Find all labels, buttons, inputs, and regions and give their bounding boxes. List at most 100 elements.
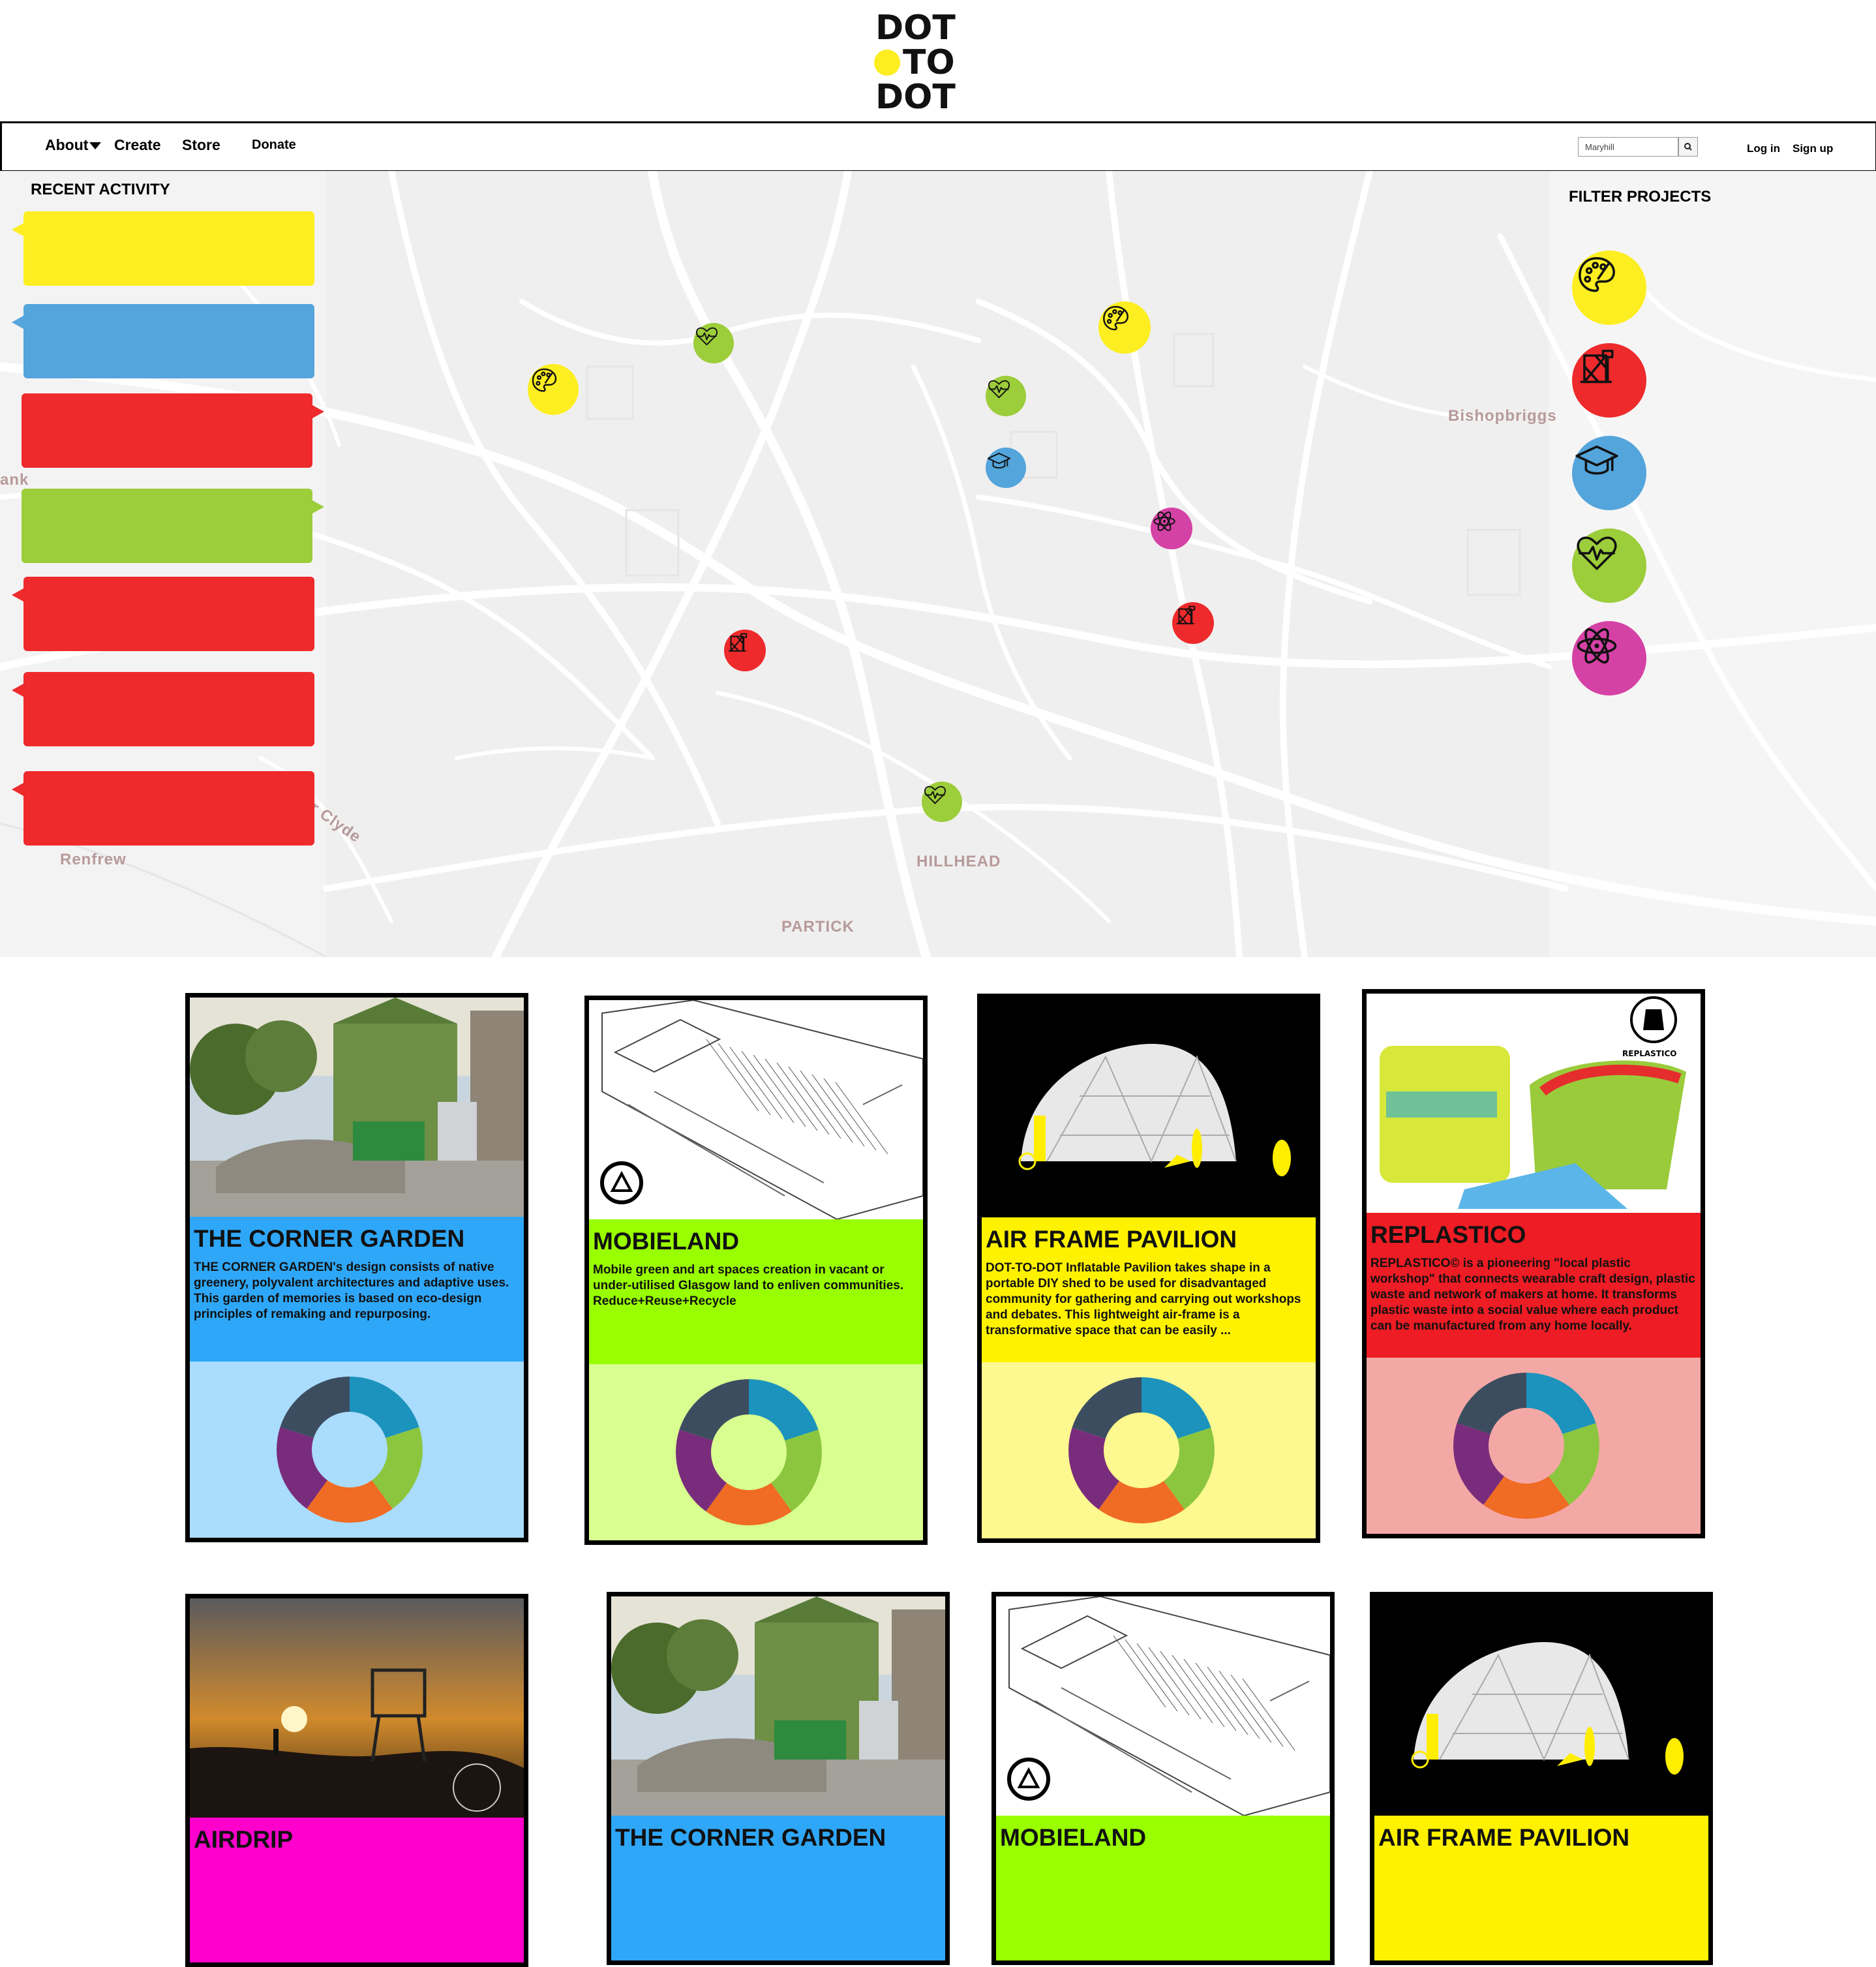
nav-store[interactable]: Store [182,136,220,154]
filter-construction[interactable] [1572,343,1646,418]
recent-activity-title: RECENT ACTIVITY [31,181,170,198]
filter-projects-title: FILTER PROJECTS [1569,188,1712,206]
project-description: Mobile green and art spaces creation in … [593,1263,904,1308]
activity-item[interactable] [12,211,314,286]
activity-item[interactable] [12,672,314,746]
project-chart [589,1364,923,1540]
speech-tail [12,223,23,236]
project-title: AIR FRAME PAVILION [986,1226,1237,1253]
project-image [190,998,524,1217]
project-card[interactable]: THE CORNER GARDEN THE CORNER GARDEN's des… [185,993,528,1542]
speech-tail [12,684,23,697]
activity-item[interactable] [22,393,324,468]
map-pin-graduation-cap[interactable] [986,448,1026,488]
nav-about[interactable]: About [45,136,102,154]
speech-tail [312,405,324,418]
logo[interactable]: DOT TO DOT [868,7,978,117]
project-title: THE CORNER GARDEN [615,1824,886,1851]
speech-tail [312,500,324,513]
project-title: MOBIELAND [1000,1824,1147,1851]
project-info: AIRDRIP [190,1818,524,1962]
speech-tail [12,588,23,602]
project-title: AIR FRAME PAVILION [1378,1824,1630,1851]
logo-row-3: DOT [875,78,956,111]
project-card[interactable]: MOBIELAND [991,1592,1335,1965]
map-pin-heartbeat[interactable] [693,323,734,363]
donut-chart [1068,1377,1215,1523]
project-title: MOBIELAND [593,1228,740,1255]
search-icon [1684,143,1692,151]
nav-create[interactable]: Create [114,136,161,154]
project-info: AIR FRAME PAVILION [1374,1816,1708,1960]
top-navbar: About Create Store Donate Log in Sign up [0,121,1876,172]
map-label-ank: ank [0,471,29,489]
map-label-partick: PARTICK [781,918,855,936]
signup-link[interactable]: Sign up [1793,142,1833,155]
project-info: AIR FRAME PAVILION DOT-TO-DOT Inflatable … [982,1217,1316,1362]
project-image [982,998,1316,1217]
project-map[interactable]: Bishopbriggs Renfrew HILLHEAD PARTICK r … [0,171,1876,957]
project-chart [982,1362,1316,1538]
map-pin-construction[interactable] [724,630,766,671]
project-card[interactable]: AIR FRAME PAVILION DOT-TO-DOT Inflatable … [977,994,1320,1543]
project-info: MOBIELAND Mobile green and art spaces cre… [589,1219,923,1364]
project-image [589,1000,923,1219]
project-image [611,1596,945,1816]
logo-row-1: DOT [875,8,956,48]
recycle-icon [600,1161,643,1204]
project-title: AIRDRIP [194,1826,294,1853]
map-pin-heartbeat[interactable] [986,376,1026,416]
project-info: REPLASTICO REPLASTICO© is a pioneering "l… [1367,1213,1701,1358]
filter-heartbeat[interactable] [1572,528,1646,603]
project-image [190,1598,524,1818]
map-pin-atom[interactable] [1151,508,1192,549]
nav-about-label: About [45,136,89,153]
project-card[interactable]: MOBIELAND Mobile green and art spaces cre… [584,996,928,1545]
filter-palette[interactable] [1572,251,1646,325]
project-image [1374,1596,1708,1816]
logo-yellow-dot [874,50,900,76]
activity-item[interactable] [22,489,324,563]
project-title: THE CORNER GARDEN [194,1225,465,1252]
project-description: DOT-TO-DOT Inflatable Pavilion takes sha… [986,1261,1301,1337]
project-image [996,1596,1330,1816]
speech-tail [12,316,23,329]
search-button[interactable] [1678,137,1698,157]
nav-donate[interactable]: Donate [252,138,296,153]
donut-chart [1453,1373,1599,1519]
project-description: REPLASTICO© is a pioneering "local plast… [1370,1257,1695,1333]
login-link[interactable]: Log in [1747,142,1780,155]
donut-chart [676,1379,822,1525]
filter-atom[interactable] [1572,621,1646,695]
search-input[interactable] [1578,137,1678,157]
project-chart [1367,1358,1701,1534]
chevron-down-icon [89,142,102,150]
logo-row-2: TO [903,43,955,82]
activity-item[interactable] [12,771,314,846]
project-info: THE CORNER GARDEN THE CORNER GARDEN's des… [190,1217,524,1362]
project-image [1367,994,1701,1213]
map-label-renfrew: Renfrew [60,851,127,868]
replastico-badge: REPLASTICO [1622,1049,1677,1058]
project-card[interactable]: REPLASTICO REPLASTICO© is a pioneering "l… [1362,989,1705,1538]
filter-graduation-cap[interactable] [1572,436,1646,510]
donut-chart [277,1377,423,1523]
project-card[interactable]: AIR FRAME PAVILION [1370,1592,1713,1965]
project-card[interactable]: THE CORNER GARDEN [607,1592,950,1965]
project-info: MOBIELAND [996,1816,1330,1960]
project-title: REPLASTICO [1370,1221,1526,1248]
map-label-hillhead: HILLHEAD [916,853,1001,870]
map-pin-heartbeat[interactable] [922,782,962,822]
recycle-icon [1007,1758,1050,1801]
map-pin-palette[interactable] [1098,301,1151,354]
map-pin-construction[interactable] [1172,602,1214,644]
project-description: THE CORNER GARDEN's design consists of n… [194,1260,509,1321]
activity-item[interactable] [12,577,314,651]
project-card[interactable]: AIRDRIP [185,1594,528,1967]
activity-item[interactable] [12,304,314,378]
project-info: THE CORNER GARDEN [611,1816,945,1960]
map-label-bishopbriggs: Bishopbriggs [1448,407,1557,425]
project-chart [190,1362,524,1538]
map-pin-palette[interactable] [528,364,579,415]
speech-tail [12,783,23,796]
